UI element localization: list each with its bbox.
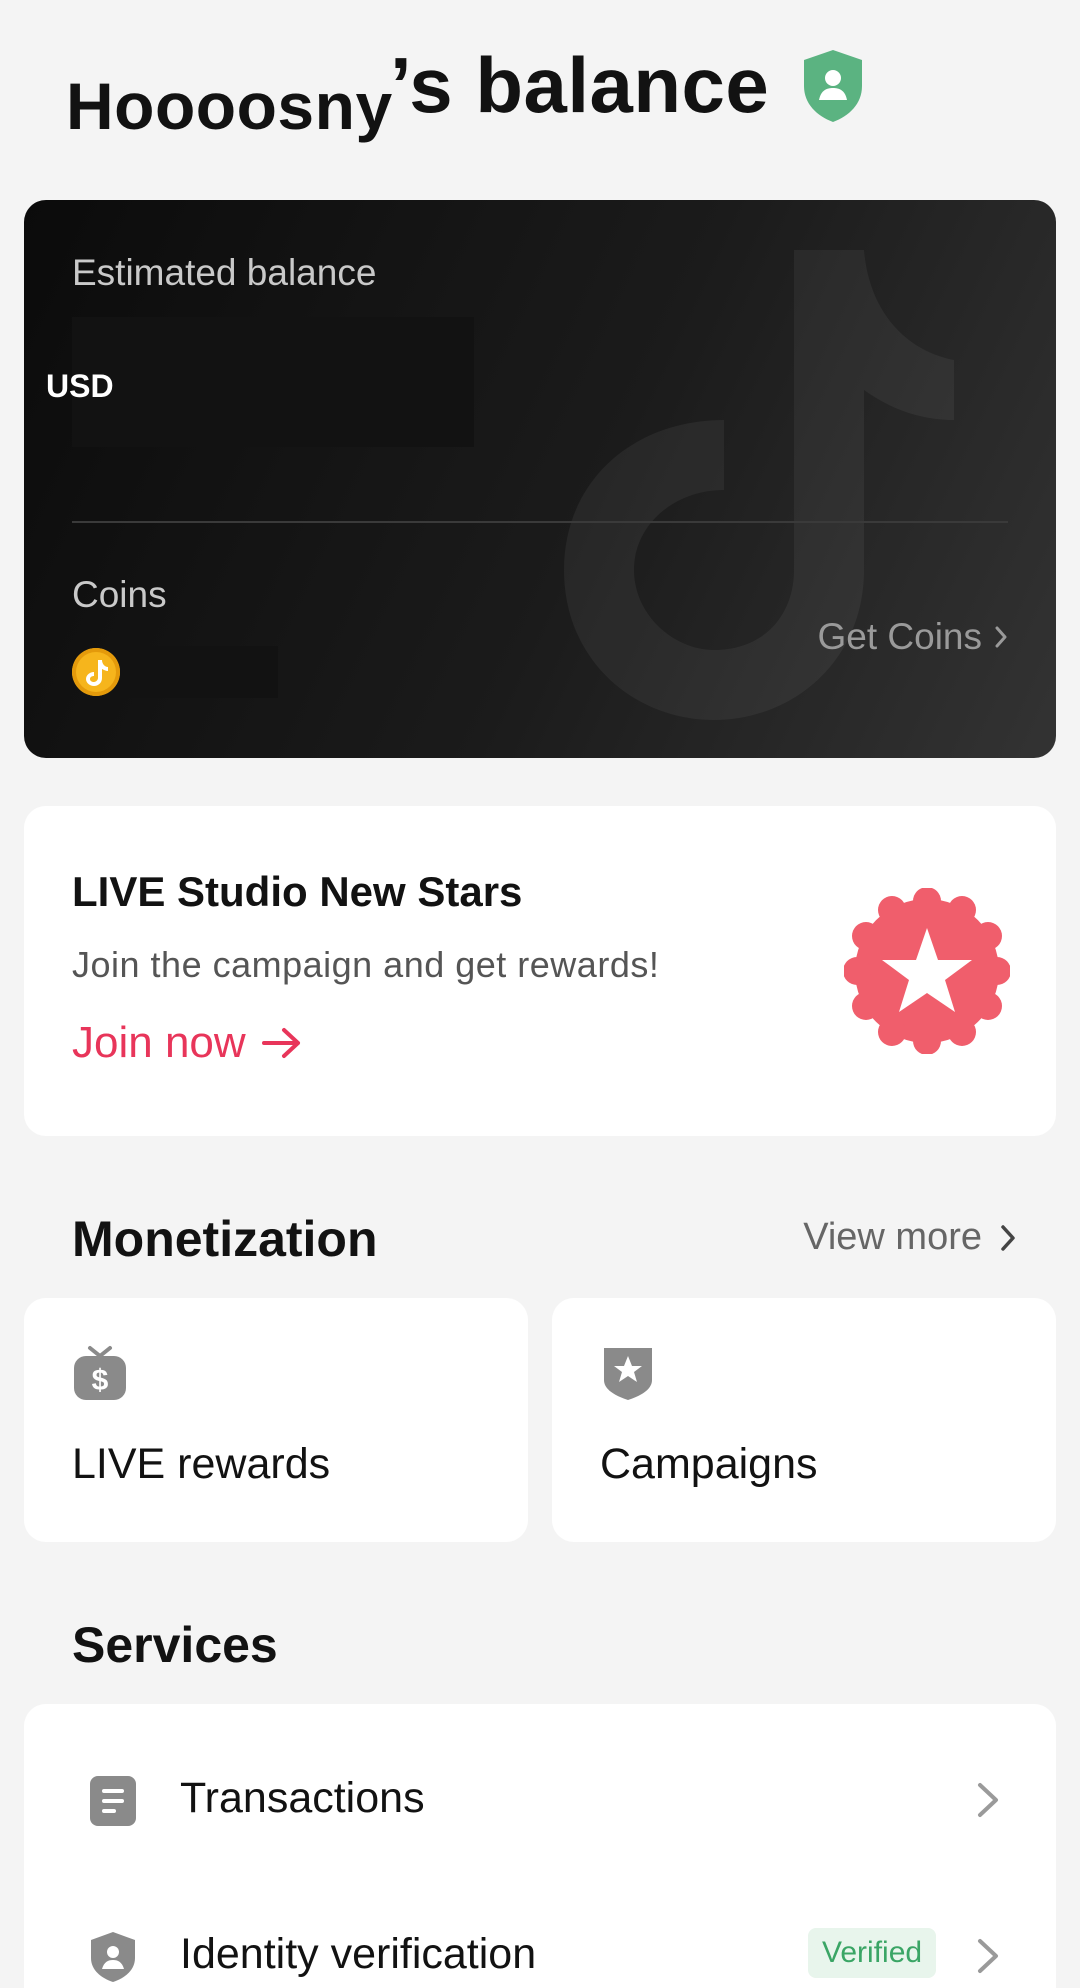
coin-amount-redacted: [128, 646, 278, 698]
transactions-label: Transactions: [180, 1774, 425, 1822]
balance-amount-redacted: [72, 317, 474, 447]
estimated-balance-label: Estimated balance: [72, 252, 377, 293]
identity-verification-row[interactable]: Identity verification Verified: [24, 1896, 1056, 1988]
view-more-label: View more: [803, 1216, 982, 1258]
campaigns-label: Campaigns: [600, 1440, 818, 1488]
chevron-right-icon: [978, 1939, 998, 1973]
currency-label: USD: [46, 368, 114, 404]
services-card: Transactions Identity verification Verif…: [24, 1704, 1056, 1988]
page-header: Hoooosny ’s balance: [66, 40, 1016, 150]
campaign-title: LIVE Studio New Stars: [72, 868, 523, 915]
view-more-link[interactable]: View more: [803, 1216, 1016, 1259]
balance-title: ’s balance: [390, 41, 770, 129]
join-now-button[interactable]: Join now: [72, 1018, 304, 1068]
chevron-right-icon: [995, 626, 1007, 648]
shield-user-icon: [91, 1932, 135, 1982]
star-shield-icon: [604, 1348, 652, 1400]
chevron-right-icon: [978, 1783, 998, 1817]
tiktok-logo-icon: [564, 250, 954, 720]
verified-badge: Verified: [808, 1928, 937, 1978]
shield-user-icon[interactable]: [800, 48, 866, 124]
divider: [72, 521, 1008, 523]
services-title: Services: [72, 1617, 278, 1673]
transactions-row[interactable]: Transactions: [24, 1740, 1056, 1860]
get-coins-link[interactable]: Get Coins: [817, 616, 1008, 658]
live-rewards-label: LIVE rewards: [72, 1440, 331, 1488]
monetization-title: Monetization: [72, 1211, 378, 1267]
identity-verification-label: Identity verification: [180, 1930, 537, 1978]
balance-card[interactable]: Estimated balance USD Coins Get Coins: [24, 200, 1056, 758]
tiktok-coin-icon: [72, 648, 120, 696]
money-bag-icon: $: [74, 1346, 126, 1400]
star-badge-icon: [844, 888, 1010, 1054]
chevron-right-icon: [1001, 1224, 1015, 1251]
live-rewards-tile[interactable]: $ LIVE rewards: [24, 1298, 528, 1542]
campaigns-tile[interactable]: Campaigns: [552, 1298, 1056, 1542]
campaign-subtitle: Join the campaign and get rewards!: [72, 944, 660, 985]
username-title: Hoooosny: [66, 69, 393, 143]
join-now-label: Join now: [72, 1018, 246, 1067]
campaign-card[interactable]: LIVE Studio New Stars Join the campaign …: [24, 806, 1056, 1136]
get-coins-label: Get Coins: [817, 616, 982, 657]
balance-page: Hoooosny ’s balance Estimated balance US…: [0, 0, 1080, 1988]
arrow-right-icon: [261, 1028, 300, 1058]
svg-text:$: $: [92, 1364, 109, 1397]
document-icon: [90, 1776, 136, 1826]
coins-label: Coins: [72, 574, 167, 615]
